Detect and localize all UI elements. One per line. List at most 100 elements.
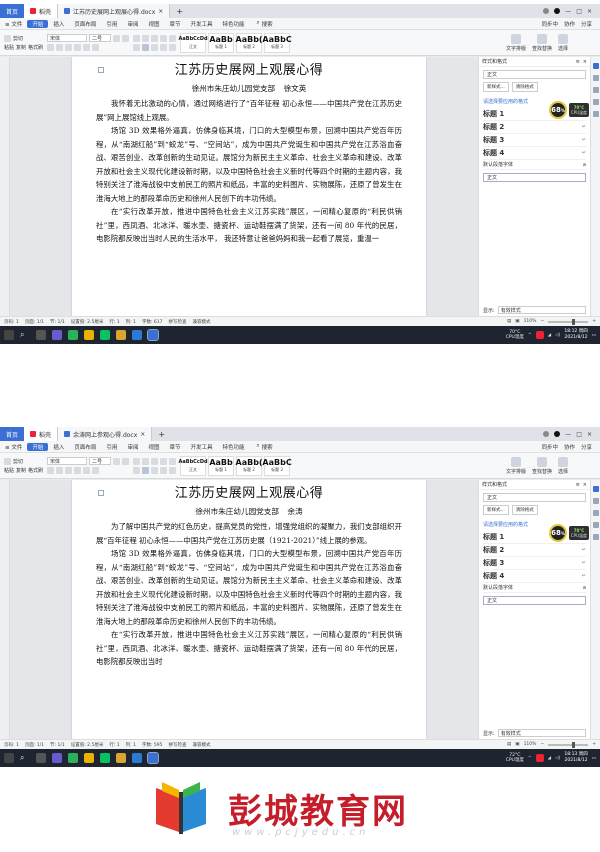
tab-home[interactable]: 首页 bbox=[0, 427, 25, 441]
font-size-select[interactable]: 二号 bbox=[89, 457, 112, 465]
sort-icon[interactable] bbox=[169, 457, 177, 465]
cursor-icon[interactable] bbox=[592, 87, 599, 93]
panel-close-icon[interactable]: × bbox=[583, 482, 587, 488]
collab-button[interactable]: 协作 bbox=[564, 443, 575, 451]
outdent-icon[interactable] bbox=[160, 457, 168, 465]
new-tab-icon[interactable]: + bbox=[170, 7, 189, 16]
numbering-icon[interactable] bbox=[142, 457, 150, 465]
heading-style-4[interactable]: 标题 4 ↵ bbox=[483, 147, 586, 160]
zoom-slider[interactable] bbox=[548, 318, 589, 325]
task-view-icon[interactable] bbox=[36, 753, 46, 763]
italic-icon[interactable] bbox=[56, 44, 64, 51]
bullets-icon[interactable] bbox=[133, 34, 141, 42]
folder-icon[interactable] bbox=[116, 753, 126, 763]
ime-icon[interactable] bbox=[535, 754, 544, 762]
system-clock[interactable]: 18:13 周四 2021/8/12 bbox=[564, 752, 587, 764]
paste-button[interactable]: 粘贴 bbox=[4, 467, 14, 474]
tab-docer[interactable]: 稻壳 bbox=[24, 427, 59, 441]
menu-3[interactable]: 引用 bbox=[101, 20, 122, 28]
vertical-ruler[interactable] bbox=[0, 480, 10, 739]
search-icon[interactable]: ⌕ bbox=[20, 330, 30, 340]
mail-icon[interactable] bbox=[132, 753, 142, 763]
show-styles-select[interactable]: 有效样式 bbox=[497, 729, 586, 737]
zoom-handle[interactable] bbox=[572, 741, 576, 748]
avatar[interactable] bbox=[554, 431, 561, 437]
menu-7[interactable]: 开发工具 bbox=[185, 20, 217, 28]
tray-chevron-icon[interactable]: ^ bbox=[528, 756, 532, 761]
word-count[interactable]: 字数: 595 bbox=[142, 742, 163, 748]
folder-icon[interactable] bbox=[116, 330, 126, 340]
justify-icon[interactable] bbox=[160, 466, 168, 474]
sync-status[interactable]: 同步中 bbox=[541, 443, 558, 451]
style-preset-1[interactable]: AaBb 标题 1 bbox=[208, 455, 235, 476]
browser-icon[interactable] bbox=[68, 753, 78, 763]
clear-format-button[interactable]: 清除格式 bbox=[511, 505, 538, 515]
tab-home[interactable]: 首页 bbox=[0, 4, 25, 18]
file-menu[interactable]: ≡ 文件 bbox=[0, 443, 27, 451]
network-icon[interactable]: ◢ bbox=[548, 756, 551, 761]
app-icon[interactable] bbox=[52, 330, 62, 340]
menu-1[interactable]: 插入 bbox=[48, 443, 69, 451]
share-button[interactable]: 分享 bbox=[581, 20, 592, 28]
font-size-select[interactable]: 二号 bbox=[89, 34, 112, 42]
menu-4[interactable]: 审阅 bbox=[122, 20, 143, 28]
menu-8[interactable]: 特色功能 bbox=[218, 443, 250, 451]
zoom-level[interactable]: 110% bbox=[524, 319, 537, 324]
current-style-field[interactable]: 正文 bbox=[483, 70, 586, 79]
menu-0[interactable]: 开始 bbox=[27, 19, 49, 28]
format-painter-button[interactable]: 格式刷 bbox=[28, 44, 43, 51]
menu-1[interactable]: 插入 bbox=[48, 20, 69, 28]
close-window-icon[interactable]: × bbox=[587, 8, 592, 15]
menu-6[interactable]: 章节 bbox=[164, 443, 185, 451]
bold-icon[interactable] bbox=[47, 467, 55, 474]
cut-button[interactable]: 剪切 bbox=[13, 35, 23, 42]
web-view-icon[interactable]: ▣ bbox=[515, 319, 519, 324]
menu-0[interactable]: 开始 bbox=[27, 442, 49, 451]
grow-font-icon[interactable] bbox=[113, 34, 121, 42]
minimize-icon[interactable]: — bbox=[565, 431, 571, 438]
spell-check-button[interactable]: 拼写检查 bbox=[169, 742, 187, 748]
browser-icon[interactable] bbox=[68, 330, 78, 340]
paste-icon[interactable] bbox=[4, 457, 11, 465]
zoom-handle[interactable] bbox=[572, 318, 576, 325]
bold-icon[interactable] bbox=[47, 44, 55, 51]
system-clock[interactable]: 18:12 周四 2021/8/12 bbox=[564, 329, 587, 341]
doc-paragraph[interactable]: 我怀着无比激动的心情，通过网络进行了“百年征程 初心永恒——中国共产党在江苏历史… bbox=[96, 97, 402, 124]
shrink-font-icon[interactable] bbox=[122, 34, 130, 42]
tab-docer[interactable]: 稻壳 bbox=[24, 4, 59, 18]
underline-icon[interactable] bbox=[65, 44, 73, 51]
font-family-select[interactable]: 宋体 bbox=[47, 34, 88, 42]
doc-title[interactable]: 江苏历史展网上观展心得 bbox=[96, 486, 402, 502]
zoom-out-icon[interactable]: − bbox=[540, 319, 544, 324]
font-color-icon[interactable] bbox=[92, 44, 100, 51]
chrome-icon[interactable] bbox=[84, 330, 94, 340]
new-style-button[interactable]: 新样式... bbox=[483, 82, 509, 92]
file-menu[interactable]: ≡ 文件 bbox=[0, 20, 27, 28]
justify-icon[interactable] bbox=[160, 43, 168, 51]
doc-title[interactable]: 江苏历史展网上观展心得 bbox=[96, 63, 402, 79]
format-painter-button[interactable]: 格式刷 bbox=[28, 467, 43, 474]
heading-style-3[interactable]: 标题 3 ↵ bbox=[483, 557, 586, 570]
select-button[interactable]: 选择 bbox=[557, 33, 568, 52]
align-center-icon[interactable] bbox=[142, 466, 150, 474]
zoom-in-icon[interactable]: + bbox=[592, 319, 596, 324]
windows-start-icon[interactable] bbox=[4, 753, 14, 763]
zoom-level[interactable]: 110% bbox=[524, 742, 537, 747]
body-style[interactable]: 正文 bbox=[483, 173, 586, 182]
minimize-icon[interactable]: — bbox=[565, 8, 571, 15]
menu-2[interactable]: 页面布局 bbox=[69, 443, 101, 451]
avatar[interactable] bbox=[554, 8, 561, 14]
collab-button[interactable]: 协作 bbox=[564, 20, 575, 28]
layout-icon[interactable] bbox=[543, 431, 550, 437]
grow-font-icon[interactable] bbox=[113, 457, 121, 465]
doc-subtitle[interactable]: 徐州市朱庄幼儿园党支部 徐文英 bbox=[96, 83, 402, 95]
menu-4[interactable]: 审阅 bbox=[122, 443, 143, 451]
close-icon[interactable]: × bbox=[158, 8, 163, 15]
chrome-icon[interactable] bbox=[84, 753, 94, 763]
word-count[interactable]: 字数: 617 bbox=[142, 319, 163, 325]
copy-button[interactable]: 复制 bbox=[16, 44, 26, 51]
web-view-icon[interactable]: ▣ bbox=[515, 742, 519, 747]
maximize-icon[interactable]: □ bbox=[576, 8, 582, 15]
style-preset-2[interactable]: AaBb(标题 2 bbox=[236, 455, 263, 476]
doc-paragraph[interactable]: 在“实行改革开放，推进中国特色社会主义江苏实践”展区，一间精心复原的“利民供销社… bbox=[96, 205, 402, 246]
